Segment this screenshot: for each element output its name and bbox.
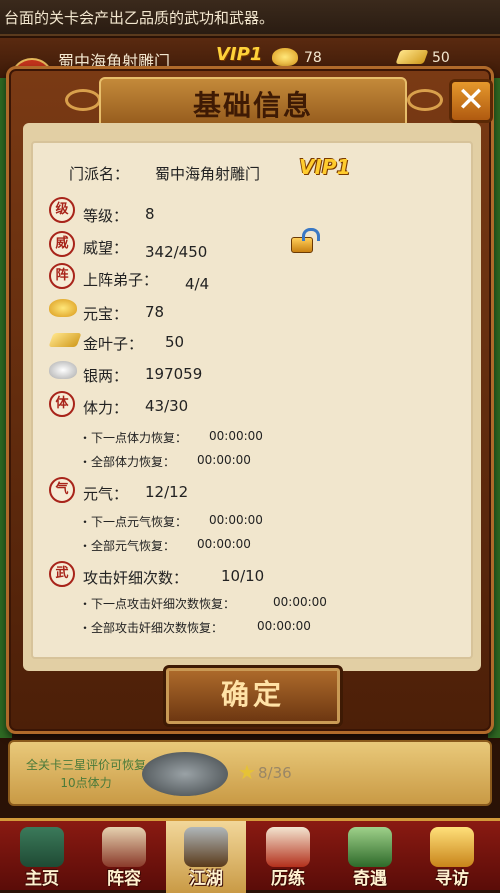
stamina-all-label: ・全部体力恢复： — [79, 455, 176, 469]
nav-seek[interactable]: 寻访 — [412, 821, 492, 893]
nav-home-label: 主页 — [25, 869, 59, 889]
lineup-label: 上阵弟子： — [83, 271, 159, 289]
gold-leaf-icon — [48, 333, 82, 347]
vip-badge-dialog: VIP1 — [299, 155, 351, 179]
lineup-value: 4/4 — [185, 275, 210, 293]
nav-seek-label: 寻访 — [435, 869, 469, 889]
attack-next-label: ・下一点攻击奸细次数恢复： — [79, 597, 236, 611]
qi-next-value: 00:00:00 — [209, 513, 263, 527]
mountain-icon — [348, 827, 392, 867]
prestige-seal-icon: 威 — [49, 231, 75, 257]
attack-all-value: 00:00:00 — [257, 619, 311, 633]
gold-ingot-icon — [272, 48, 298, 66]
lock-icon[interactable] — [291, 228, 320, 253]
silver-ingot-icon — [49, 361, 77, 379]
nav-adventure-label: 奇遇 — [353, 869, 387, 889]
nav-adventure[interactable]: 奇遇 — [330, 821, 410, 893]
pavilion-icon — [20, 827, 64, 867]
qi-label: 元气： — [83, 485, 129, 503]
stamina-next-label: ・下一点体力恢复： — [79, 431, 188, 445]
nav-lineup-label: 阵容 — [107, 869, 141, 889]
gold-value: 78 — [304, 50, 322, 66]
leaf-label: 金叶子： — [83, 335, 144, 353]
nav-jianghu[interactable]: 江湖 — [166, 821, 246, 893]
ingot-label: 元宝： — [83, 305, 129, 323]
helmet-icon — [142, 752, 228, 796]
attack-seal-icon: 武 — [49, 561, 75, 587]
close-button[interactable]: ✕ — [449, 79, 493, 123]
attack-value: 10/10 — [221, 567, 265, 585]
attack-next-value: 00:00:00 — [273, 595, 327, 609]
stamina-label: 体力： — [83, 399, 129, 417]
level-seal-icon: 级 — [49, 197, 75, 223]
scroll-icon — [266, 827, 310, 867]
info-paper: 门派名： 蜀中海角射雕门 VIP1 级 等级： 8 威 威望： 342/450 … — [31, 141, 473, 659]
sect-value: 蜀中海角射雕门 — [155, 165, 261, 183]
vip-badge: VIP1 — [216, 44, 263, 65]
nav-home[interactable]: 主页 — [2, 821, 82, 893]
level-value: 8 — [145, 205, 155, 223]
ingot-value: 78 — [145, 303, 165, 321]
stamina-seal-icon: 体 — [49, 391, 75, 417]
ornament-right-icon — [407, 89, 443, 111]
sect-label: 门派名： — [69, 165, 130, 183]
treasure-icon — [430, 827, 474, 867]
qi-seal-icon: 气 — [49, 477, 75, 503]
lineup-seal-icon: 阵 — [49, 263, 75, 289]
notice-ticker: 台面的关卡会产出乙品质的武功和武器。 — [0, 0, 500, 36]
gold-ingot-icon — [49, 299, 77, 317]
qi-all-value: 00:00:00 — [197, 537, 251, 551]
silver-value: 197059 — [145, 365, 203, 383]
sword-icon — [184, 827, 228, 867]
stage-reward-panel: 全关卡三星评价可恢复10点体力 ★ 8/36 — [8, 740, 492, 806]
leaf-value: 50 — [432, 50, 450, 66]
nav-lineup[interactable]: 阵容 — [84, 821, 164, 893]
gold-leaf-icon — [395, 50, 429, 64]
silver-label: 银两： — [83, 367, 129, 385]
stamina-next-value: 00:00:00 — [209, 429, 263, 443]
reward-hint: 全关卡三星评价可恢复10点体力 — [26, 758, 147, 790]
qi-value: 12/12 — [145, 483, 189, 501]
leaf-value: 50 — [165, 333, 185, 351]
star-icon: ★ — [238, 760, 256, 784]
confirm-button[interactable]: 确定 — [163, 665, 343, 727]
star-count: 8/36 — [258, 764, 292, 782]
nav-training[interactable]: 历练 — [248, 821, 328, 893]
stamina-all-value: 00:00:00 — [197, 453, 251, 467]
ornament-left-icon — [65, 89, 101, 111]
bottom-nav: 主页 阵容 江湖 历练 奇遇 寻访 — [0, 818, 500, 893]
basic-info-dialog: 基础信息 ✕ 门派名： 蜀中海角射雕门 VIP1 级 等级： 8 威 威望： 3… — [6, 66, 494, 734]
qi-next-label: ・下一点元气恢复： — [79, 515, 188, 529]
prestige-value: 342/450 — [145, 243, 208, 261]
attack-label: 攻击奸细次数： — [83, 569, 189, 587]
nav-jianghu-label: 江湖 — [189, 869, 223, 889]
prestige-label: 威望： — [83, 239, 129, 257]
attack-all-label: ・全部攻击奸细次数恢复： — [79, 621, 224, 635]
hero-icon — [102, 827, 146, 867]
level-label: 等级： — [83, 207, 129, 225]
nav-training-label: 历练 — [271, 869, 305, 889]
stamina-value: 43/30 — [145, 397, 189, 415]
qi-all-label: ・全部元气恢复： — [79, 539, 176, 553]
